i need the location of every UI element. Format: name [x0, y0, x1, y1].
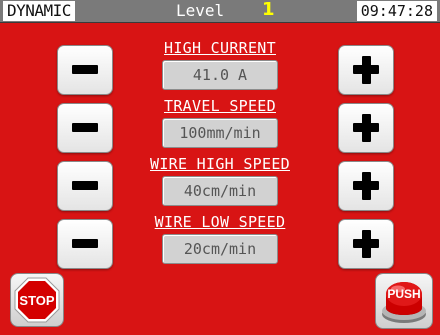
- wire-low-speed-label: WIRE LOW SPEED: [154, 213, 286, 231]
- wire-low-speed-decrease-button[interactable]: [57, 219, 113, 269]
- param-row-wire-high-speed: WIRE HIGH SPEED 40cm/min: [0, 156, 440, 214]
- status-bar: DYNAMIC Level 1 09:47:28: [0, 0, 440, 23]
- param-row-high-current: HIGH CURRENT 41.0 A: [0, 40, 440, 98]
- wire-low-speed-increase-button[interactable]: [338, 219, 394, 269]
- push-button[interactable]: PUSH: [375, 273, 433, 329]
- stop-button[interactable]: STOP: [10, 273, 64, 327]
- param-row-wire-low-speed: WIRE LOW SPEED 20cm/min: [0, 214, 440, 272]
- minus-icon: [72, 65, 98, 74]
- travel-speed-increase-button[interactable]: [338, 103, 394, 153]
- push-button-icon: PUSH: [382, 282, 426, 323]
- level-value: 1: [262, 0, 275, 20]
- high-current-increase-button[interactable]: [338, 45, 394, 95]
- wire-high-speed-value: 40cm/min: [162, 176, 278, 206]
- push-label: PUSH: [387, 287, 420, 301]
- wire-high-speed-increase-button[interactable]: [338, 161, 394, 211]
- wire-low-speed-value: 20cm/min: [162, 234, 278, 264]
- minus-icon: [72, 123, 98, 132]
- level-label: Level: [176, 1, 225, 20]
- travel-speed-label: TRAVEL SPEED: [164, 97, 276, 115]
- wire-high-speed-decrease-button[interactable]: [57, 161, 113, 211]
- travel-speed-decrease-button[interactable]: [57, 103, 113, 153]
- high-current-decrease-button[interactable]: [57, 45, 113, 95]
- minus-icon: [72, 239, 98, 248]
- mode-indicator: DYNAMIC: [3, 1, 75, 21]
- high-current-label: HIGH CURRENT: [164, 39, 276, 57]
- param-row-travel-speed: TRAVEL SPEED 100mm/min: [0, 98, 440, 156]
- stop-label: STOP: [19, 293, 54, 308]
- high-current-value: 41.0 A: [162, 60, 278, 90]
- stop-sign-icon: STOP: [14, 277, 60, 323]
- clock: 09:47:28: [356, 1, 437, 21]
- travel-speed-value: 100mm/min: [162, 118, 278, 148]
- minus-icon: [72, 181, 98, 190]
- wire-high-speed-label: WIRE HIGH SPEED: [150, 155, 290, 173]
